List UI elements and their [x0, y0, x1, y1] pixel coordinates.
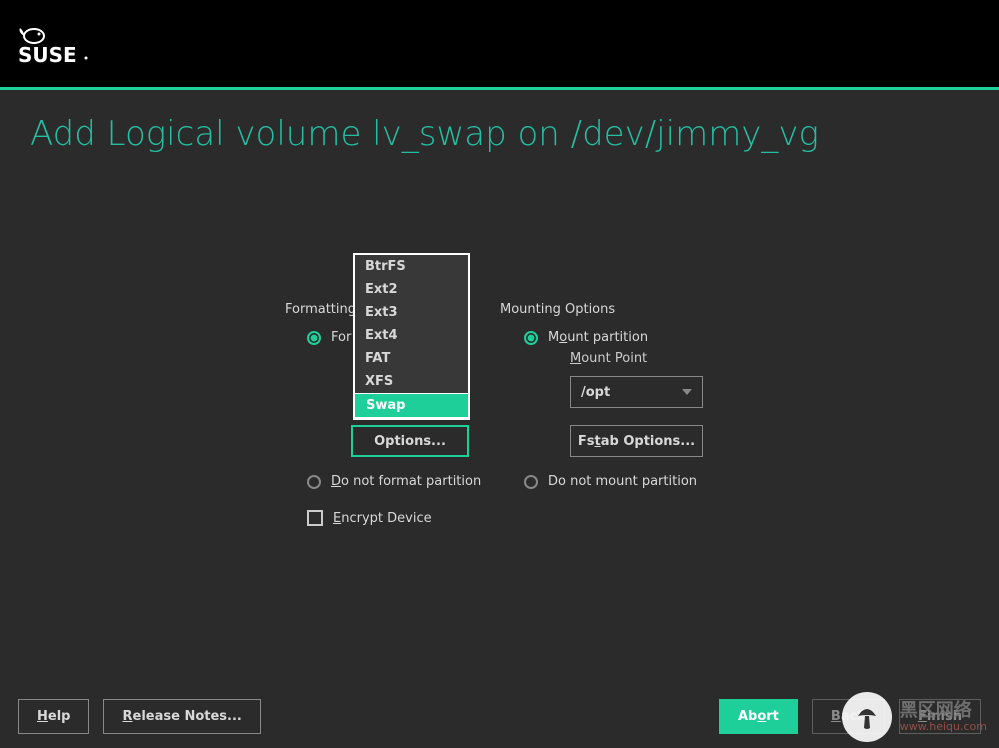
fs-option-ext4[interactable]: Ext4 [355, 324, 468, 347]
fs-option-btrfs[interactable]: BtrFS [355, 255, 468, 278]
checkbox-icon [307, 510, 323, 526]
checkbox-encrypt-device[interactable]: Encrypt Device [307, 510, 432, 526]
checkbox-label: Encrypt Device [333, 511, 432, 526]
header-bar: SUSE [0, 0, 999, 87]
fs-option-ext3[interactable]: Ext3 [355, 301, 468, 324]
radio-label: Mount partition [548, 330, 648, 345]
content-area: Add Logical volume lv_swap on /dev/jimmy… [0, 90, 999, 178]
radio-icon [307, 475, 321, 489]
mount-point-select[interactable]: /opt [570, 376, 703, 408]
fs-option-ext2[interactable]: Ext2 [355, 278, 468, 301]
radio-mount-partition[interactable]: Mount partition [524, 330, 648, 345]
radio-label: For [331, 330, 351, 345]
abort-button[interactable]: Abort [719, 699, 798, 734]
mounting-section-label: Mounting Options [500, 302, 615, 317]
watermark-text: 黑区网络 www.heiqu.com [900, 701, 987, 734]
fs-option-fat[interactable]: FAT [355, 347, 468, 370]
footer-left: Help Release Notes... [18, 699, 261, 734]
chevron-down-icon [682, 389, 692, 395]
radio-label: Do not format partition [331, 474, 481, 489]
footer-bar: Help Release Notes... Abort Back Finish [18, 699, 981, 734]
radio-icon [524, 331, 538, 345]
help-button[interactable]: Help [18, 699, 89, 734]
svg-text:SUSE: SUSE [18, 43, 77, 66]
suse-logo: SUSE [18, 22, 108, 66]
mount-point-label: Mount Point [570, 351, 647, 366]
release-notes-button[interactable]: Release Notes... [103, 699, 260, 734]
page-title: Add Logical volume lv_swap on /dev/jimmy… [30, 114, 969, 154]
mount-point-value: /opt [581, 385, 610, 400]
format-options-button[interactable]: Options... [351, 425, 469, 457]
radio-label: Do not mount partition [548, 474, 697, 489]
fs-option-swap[interactable]: Swap [354, 393, 469, 418]
watermark: 黑区网络 www.heiqu.com [842, 692, 987, 742]
radio-do-not-format[interactable]: Do not format partition [307, 474, 481, 489]
filesystem-dropdown[interactable]: BtrFS Ext2 Ext3 Ext4 FAT XFS Swap [353, 253, 470, 420]
radio-do-not-mount[interactable]: Do not mount partition [524, 474, 697, 489]
radio-icon [307, 331, 321, 345]
formatting-section-label: Formatting [285, 302, 356, 317]
radio-format-partition[interactable]: For [307, 330, 351, 345]
fs-option-xfs[interactable]: XFS [355, 370, 468, 393]
radio-icon [524, 475, 538, 489]
mushroom-icon [842, 692, 892, 742]
fstab-options-button[interactable]: Fstab Options... [570, 425, 703, 457]
